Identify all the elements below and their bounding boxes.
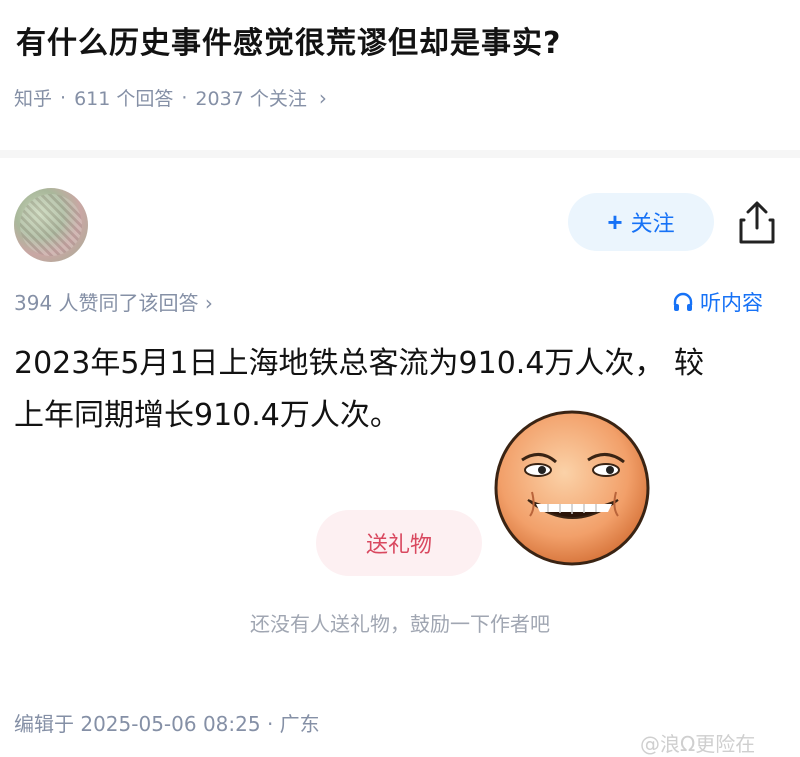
listen-label: 听内容 [700,291,763,315]
plus-icon: + [607,206,623,237]
chevron-right-icon: › [204,291,213,315]
answer-count: 611 个回答 [74,88,174,110]
chevron-right-icon: › [318,85,327,110]
source-label: 知乎 [14,88,53,110]
upvote-summary[interactable]: 394 人赞同了该回答 › [14,287,213,316]
headphones-icon [673,292,693,311]
follow-button[interactable]: + 关注 [568,193,714,251]
question-title[interactable]: 有什么历史事件感觉很荒谬但却是事实? [16,18,561,62]
answer-content: 2023年5月1日上海地铁总客流为910.4万人次， 较 上年同期增长910.4… [14,338,774,442]
listen-button[interactable]: 听内容 [672,287,763,317]
grinning-face-emoji [494,410,650,566]
question-meta[interactable]: 知乎 · 611 个回答 · 2037 个关注 › [14,84,327,111]
edit-timestamp: 编辑于 2025-05-06 08:25 · 广东 [14,712,320,736]
meta-separator: · [60,86,67,109]
gift-encouragement-text: 还没有人送礼物，鼓励一下作者吧 [250,612,550,636]
answer-line-1: 2023年5月1日上海地铁总客流为910.4万人次， 较 [14,346,704,381]
avatar[interactable] [14,188,88,262]
follower-count: 2037 个关注 [195,88,307,110]
send-gift-button[interactable]: 送礼物 [316,510,482,576]
section-divider [0,150,800,158]
answer-line-2: 上年同期增长910.4万人次。 [14,398,400,433]
upvote-text: 394 人赞同了该回答 [14,291,199,315]
watermark: @浪Ω更险在 [640,732,756,756]
share-icon[interactable] [736,200,778,246]
meta-separator: · [181,86,188,109]
follow-label: 关注 [630,211,675,236]
